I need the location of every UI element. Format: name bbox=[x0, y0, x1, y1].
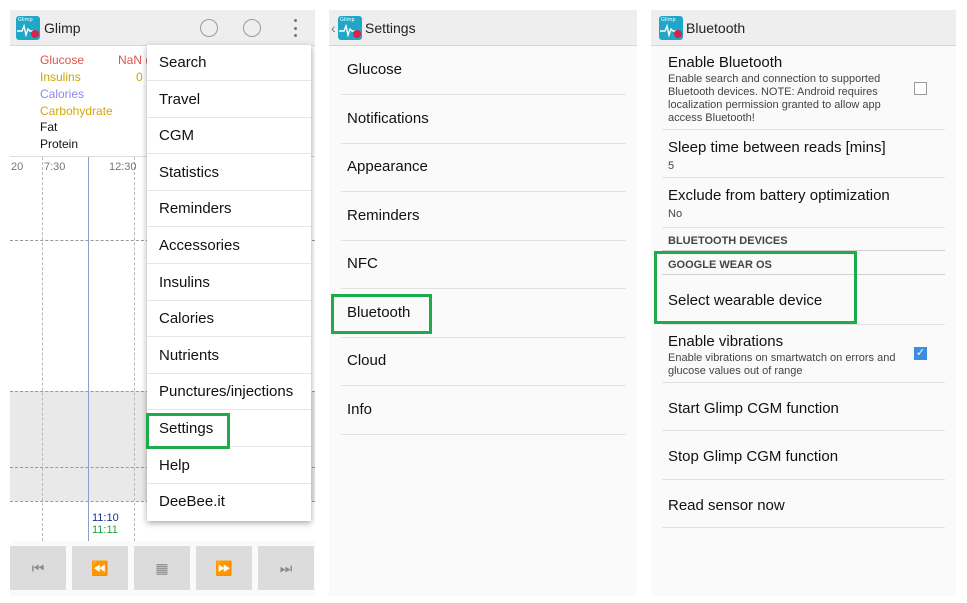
glimp-app-icon[interactable]: Glimp bbox=[16, 16, 40, 40]
pref-title: Sleep time between reads [mins] bbox=[668, 139, 886, 156]
page-title: Bluetooth bbox=[686, 20, 746, 36]
pref-value: No bbox=[668, 208, 683, 220]
overflow-menu-icon[interactable] bbox=[292, 19, 298, 37]
settings-item-glucose[interactable]: Glucose bbox=[341, 46, 626, 95]
action-bar: ‹ Glimp Settings bbox=[329, 10, 637, 46]
overflow-menu: Search Travel CGM Statistics Reminders A… bbox=[147, 45, 311, 521]
tick-label: 7:30 bbox=[44, 161, 66, 173]
settings-item-info[interactable]: Info bbox=[341, 386, 626, 435]
legend-protein: Protein bbox=[40, 137, 79, 151]
legend-glucose: Glucose bbox=[40, 53, 85, 67]
fast-forward-icon: ⏩ bbox=[215, 559, 233, 576]
enable-bluetooth-checkbox[interactable] bbox=[914, 82, 927, 95]
legend-insulins: Insulins bbox=[40, 70, 81, 84]
pref-title: Exclude from battery optimization bbox=[668, 187, 890, 204]
pref-summary: Enable search and connection to supporte… bbox=[668, 73, 881, 124]
menu-item-reminders[interactable]: Reminders bbox=[147, 191, 311, 228]
pref-enable-vibrations[interactable]: Enable vibrations Enable vibrations on s… bbox=[662, 325, 945, 383]
last-button[interactable]: ⏭ bbox=[258, 546, 314, 590]
pref-value: 5 bbox=[668, 160, 675, 172]
settings-item-nfc[interactable]: NFC bbox=[341, 240, 626, 289]
pref-exclude-battery[interactable]: Exclude from battery optimization No bbox=[662, 178, 945, 228]
tick-label: 12:30 bbox=[109, 161, 137, 173]
main-screen-panel: Glimp Glimp Glucose NaN ( Insulins 0 Cal… bbox=[10, 10, 315, 596]
checkmark-icon: ✓ bbox=[915, 347, 926, 359]
menu-item-insulins[interactable]: Insulins bbox=[147, 265, 311, 301]
settings-item-reminders[interactable]: Reminders bbox=[341, 192, 626, 241]
pref-title: Enable vibrations bbox=[668, 333, 784, 350]
reading-time-b: 11:11 bbox=[92, 524, 118, 536]
tick-label: 20 bbox=[11, 161, 24, 173]
legend-glucose-value: NaN ( bbox=[118, 53, 150, 67]
pref-sleep-time[interactable]: Sleep time between reads [mins] 5 bbox=[662, 130, 945, 178]
sensor-icon[interactable] bbox=[200, 19, 218, 37]
menu-item-statistics[interactable]: Statistics bbox=[147, 155, 311, 191]
pref-title: Enable Bluetooth bbox=[668, 54, 783, 71]
settings-item-notifications[interactable]: Notifications bbox=[341, 95, 626, 144]
add-icon[interactable] bbox=[243, 19, 261, 37]
page-title: Settings bbox=[365, 20, 416, 36]
menu-item-travel[interactable]: Travel bbox=[147, 82, 311, 118]
rewind-icon: ⏪ bbox=[91, 559, 109, 576]
heartbeat-icon bbox=[660, 23, 682, 38]
category-bluetooth-devices: BLUETOOTH DEVICES bbox=[668, 235, 788, 247]
settings-item-appearance[interactable]: Appearance bbox=[341, 143, 626, 192]
calendar-button[interactable]: ▦ bbox=[134, 546, 190, 590]
menu-item-nutrients[interactable]: Nutrients bbox=[147, 338, 311, 374]
back-chevron-icon[interactable]: ‹ bbox=[331, 20, 336, 36]
chart-navigation-bar: ⏮ ⏪ ▦ ⏩ ⏭ bbox=[10, 546, 315, 592]
reading-time-a: 11:10 bbox=[92, 512, 119, 524]
gridline bbox=[42, 157, 43, 541]
legend-carbohydrate: Carbohydrate bbox=[40, 104, 113, 118]
legend-insulins-value: 0 bbox=[136, 70, 143, 84]
menu-item-cgm[interactable]: CGM bbox=[147, 118, 311, 155]
app-title: Glimp bbox=[44, 20, 81, 36]
pref-enable-bluetooth[interactable]: Enable Bluetooth Enable search and conne… bbox=[662, 46, 945, 130]
highlight-settings bbox=[146, 413, 230, 449]
rewind-button[interactable]: ⏪ bbox=[72, 546, 128, 590]
legend-fat: Fat bbox=[40, 120, 58, 134]
settings-item-cloud[interactable]: Cloud bbox=[341, 337, 626, 386]
enable-vibrations-checkbox[interactable]: ✓ bbox=[914, 347, 927, 360]
pref-summary: Enable vibrations on smartwatch on error… bbox=[668, 352, 896, 377]
gridline bbox=[134, 157, 135, 541]
action-bar: Glimp Glimp bbox=[10, 10, 315, 46]
pref-stop-cgm[interactable]: Stop Glimp CGM function bbox=[662, 431, 945, 480]
first-button[interactable]: ⏮ bbox=[10, 546, 66, 590]
calendar-icon: ▦ bbox=[155, 559, 169, 576]
heartbeat-icon bbox=[17, 23, 39, 38]
glimp-app-icon[interactable]: Glimp bbox=[659, 16, 683, 40]
menu-item-help[interactable]: Help bbox=[147, 448, 311, 484]
highlight-wear-os bbox=[654, 251, 857, 324]
pref-title: Read sensor now bbox=[668, 497, 785, 514]
glimp-app-icon[interactable]: Glimp bbox=[338, 16, 362, 40]
menu-item-deebee[interactable]: DeeBee.it bbox=[147, 484, 311, 520]
menu-item-accessories[interactable]: Accessories bbox=[147, 228, 311, 264]
pref-title: Stop Glimp CGM function bbox=[668, 448, 839, 465]
current-time-line bbox=[88, 157, 89, 541]
first-icon: ⏮ bbox=[31, 559, 45, 576]
menu-item-search[interactable]: Search bbox=[147, 45, 311, 81]
pref-read-sensor[interactable]: Read sensor now bbox=[662, 480, 945, 528]
pref-title: Start Glimp CGM function bbox=[668, 400, 839, 417]
chart-legend: Glucose NaN ( Insulins 0 Calories Carboh… bbox=[10, 46, 160, 156]
fast-forward-button[interactable]: ⏩ bbox=[196, 546, 252, 590]
menu-item-punctures-injections[interactable]: Punctures/injections bbox=[147, 374, 311, 411]
highlight-bluetooth bbox=[331, 294, 432, 334]
menu-item-calories[interactable]: Calories bbox=[147, 301, 311, 338]
legend-calories: Calories bbox=[40, 87, 85, 101]
last-icon: ⏭ bbox=[279, 559, 293, 576]
heartbeat-icon bbox=[339, 23, 361, 38]
pref-start-cgm[interactable]: Start Glimp CGM function bbox=[662, 383, 945, 431]
action-bar: Glimp Bluetooth bbox=[651, 10, 956, 46]
